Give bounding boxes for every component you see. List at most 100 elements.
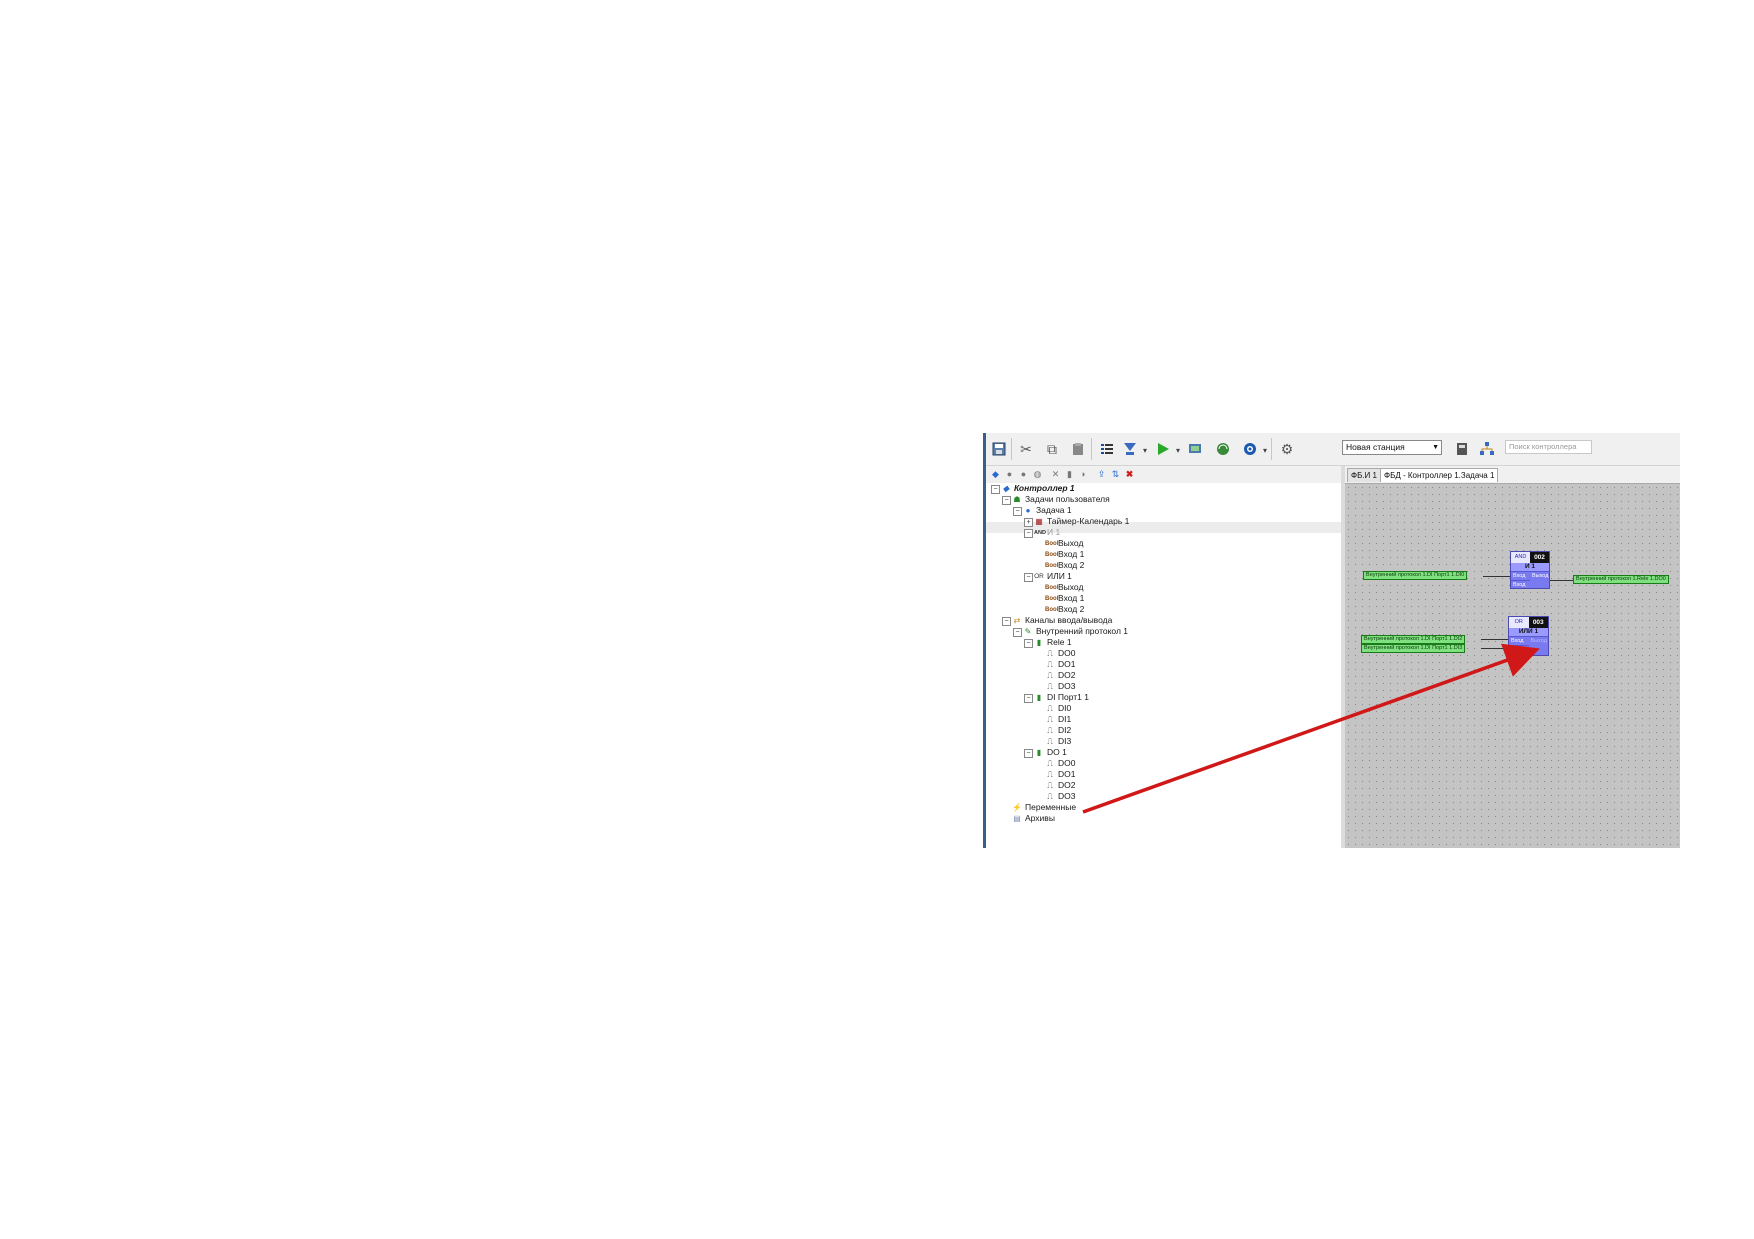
search-input[interactable]: Поиск контроллера [1505, 440, 1592, 454]
tree-item-variables[interactable]: ⚡ Переменные [1012, 802, 1076, 813]
wire [1481, 639, 1508, 640]
tree-item-module[interactable]: ▮ DI Порт1 1 [1034, 692, 1089, 703]
play-icon[interactable] [1154, 440, 1172, 458]
collapse-icon[interactable]: − [991, 485, 1000, 494]
link-label-input[interactable]: Внутренний протокол 1.DI Порт1 1.DI0 [1363, 571, 1468, 580]
toolbar-separator [1091, 438, 1092, 460]
list-icon[interactable] [1098, 440, 1116, 458]
tree-item-io-channels[interactable]: ⇄ Каналы ввода/вывода [1012, 615, 1113, 626]
signal-icon: ⎍ [1047, 681, 1053, 691]
block-output-port[interactable]: Выход [1530, 571, 1549, 580]
tree-item-timer[interactable]: ▦ Таймер-Календарь 1 [1034, 516, 1129, 527]
tree-item-signal[interactable]: ⎍ DO1 [1045, 659, 1075, 670]
shield-icon[interactable]: ◗ [1078, 469, 1089, 480]
tree-item-input[interactable]: BoolВход 2 [1045, 560, 1084, 571]
signal-icon: ⎍ [1047, 648, 1053, 658]
link-label-input[interactable]: Внутренний протокол 1.DI Порт1 1.DI3 [1361, 644, 1466, 653]
chevron-down-icon: ▼ [1432, 444, 1439, 451]
cut-icon[interactable]: ✂ [1017, 440, 1035, 458]
delete-icon[interactable]: ▮ [1064, 469, 1075, 480]
block-output-port[interactable]: Выход [1528, 636, 1548, 645]
monitor-icon[interactable] [1186, 440, 1204, 458]
tree-item-signal[interactable]: ⎍ DI1 [1045, 714, 1071, 725]
tree-item-input[interactable]: BoolВход 2 [1045, 604, 1084, 615]
tree-item-and-block[interactable]: ANDИ 1 [1034, 527, 1060, 538]
gray-tag-icon[interactable]: ◍ [1032, 469, 1043, 480]
gray-circle-icon[interactable]: ● [1004, 469, 1015, 480]
collapse-icon[interactable]: − [1013, 628, 1022, 637]
tree-item-signal[interactable]: ⎍ DO1 [1045, 769, 1075, 780]
dropdown-arrow-icon[interactable]: ▾ [1263, 446, 1267, 455]
tree-item-signal[interactable]: ⎍ DO2 [1045, 670, 1075, 681]
people-icon: ☗ [1013, 494, 1021, 504]
collapse-icon[interactable]: − [1013, 507, 1022, 516]
block-input-port[interactable]: Вход [1511, 571, 1530, 580]
collapse-icon[interactable]: − [1002, 617, 1011, 626]
copy-icon[interactable]: ⧉ [1043, 440, 1061, 458]
or-function-block[interactable]: OR 003 ИЛИ 1 Вход Вход Выход [1508, 616, 1549, 656]
tree-item-controller[interactable]: ◆ Контроллер 1 [1001, 483, 1075, 494]
tree-item-module[interactable]: ▮ Rele 1 [1034, 637, 1072, 648]
and-function-block[interactable]: AND 002 И 1 Вход Вход Выход [1510, 551, 1550, 589]
tree-item-signal[interactable]: ⎍ DO3 [1045, 791, 1075, 802]
tree-item-input[interactable]: BoolВход 1 [1045, 549, 1084, 560]
link-label-input[interactable]: Внутренний протокол 1.DI Порт1 1.DI2 [1361, 635, 1466, 644]
save-icon[interactable] [990, 440, 1008, 458]
signal-icon: ⎍ [1047, 758, 1053, 768]
signal-icon: ⎍ [1047, 670, 1053, 680]
target-icon[interactable] [1241, 440, 1259, 458]
network-icon[interactable] [1478, 440, 1496, 458]
calculator-icon[interactable] [1453, 440, 1471, 458]
collapse-icon[interactable]: − [1024, 529, 1033, 538]
signal-icon: ⎍ [1047, 703, 1053, 713]
block-input-port[interactable]: Вход [1509, 636, 1529, 645]
expand-icon[interactable]: + [1024, 518, 1033, 527]
tab-fbd-task[interactable]: ФБД - Контроллер 1.Задача 1 [1380, 468, 1499, 482]
tree-item-signal[interactable]: ⎍ DO2 [1045, 780, 1075, 791]
tree-item-protocol[interactable]: ✎ Внутренний протокол 1 [1023, 626, 1128, 637]
gray-circle-icon[interactable]: ● [1018, 469, 1029, 480]
fbd-canvas[interactable]: Внутренний протокол 1.DI Порт1 1.DI0 AND… [1345, 484, 1680, 848]
tree-item-signal[interactable]: ⎍ DI0 [1045, 703, 1071, 714]
block-type: OR [1509, 617, 1529, 628]
tree-item-task[interactable]: ● Задача 1 [1023, 505, 1072, 516]
collapse-icon[interactable]: − [1002, 496, 1011, 505]
paste-icon[interactable] [1069, 440, 1087, 458]
tree-item-signal[interactable]: ⎍ DO0 [1045, 648, 1075, 659]
module-icon: ▮ [1036, 637, 1042, 647]
dropdown-arrow-icon[interactable]: ▾ [1143, 446, 1147, 455]
download-icon[interactable] [1121, 440, 1139, 458]
collapse-icon[interactable]: − [1024, 573, 1033, 582]
collapse-icon[interactable]: − [1024, 639, 1033, 648]
import-icon[interactable]: ⇪ [1096, 469, 1107, 480]
block-input-port[interactable]: Вход [1511, 580, 1530, 589]
link-label-output[interactable]: Внутренний протокол 1.Rele 1.DO0 [1573, 575, 1669, 584]
tree-toolbar: ◆ ● ● ◍ ✕ ▮ ◗ ⇪ ⇅ ✖ [986, 466, 1341, 483]
export-icon[interactable]: ⇅ [1110, 469, 1121, 480]
app-window: ✂ ⧉ ▾ ▾ ▾ ⚙ Новая станция ▼ Поиск контро… [983, 433, 1680, 848]
tree-item-module[interactable]: ▮ DO 1 [1034, 747, 1067, 758]
disconnect-icon[interactable]: ✕ [1050, 469, 1061, 480]
tree-item-output[interactable]: BoolВыход [1045, 582, 1083, 593]
block-input-port[interactable]: Вход [1509, 645, 1529, 654]
toolbar-separator [1271, 438, 1272, 460]
tab-fb-and[interactable]: ФБ.И 1 [1347, 468, 1381, 482]
collapse-icon[interactable]: − [1024, 749, 1033, 758]
tree-item-user-tasks[interactable]: ☗ Задачи пользователя [1012, 494, 1109, 505]
tree-item-signal[interactable]: ⎍ DO3 [1045, 681, 1075, 692]
dropdown-arrow-icon[interactable]: ▾ [1176, 446, 1180, 455]
tree-item-signal[interactable]: ⎍ DI3 [1045, 736, 1071, 747]
tree-item-input[interactable]: BoolВход 1 [1045, 593, 1084, 604]
station-select[interactable]: Новая станция ▼ [1342, 440, 1442, 455]
globe-refresh-icon[interactable] [1214, 440, 1232, 458]
tree-item-signal[interactable]: ⎍ DO0 [1045, 758, 1075, 769]
close-icon[interactable]: ✖ [1124, 469, 1135, 480]
tree-item-or-block[interactable]: OR ИЛИ 1 [1034, 571, 1072, 582]
gear-icon[interactable]: ⚙ [1278, 440, 1296, 458]
controller-icon[interactable]: ◆ [990, 469, 1001, 480]
tree-item-signal[interactable]: ⎍ DI2 [1045, 725, 1071, 736]
collapse-icon[interactable]: − [1024, 694, 1033, 703]
tree-item-output[interactable]: BoolВыход [1045, 538, 1083, 549]
bool-icon: Bool [1045, 551, 1059, 558]
tree-item-archives[interactable]: ▤ Архивы [1012, 813, 1055, 824]
